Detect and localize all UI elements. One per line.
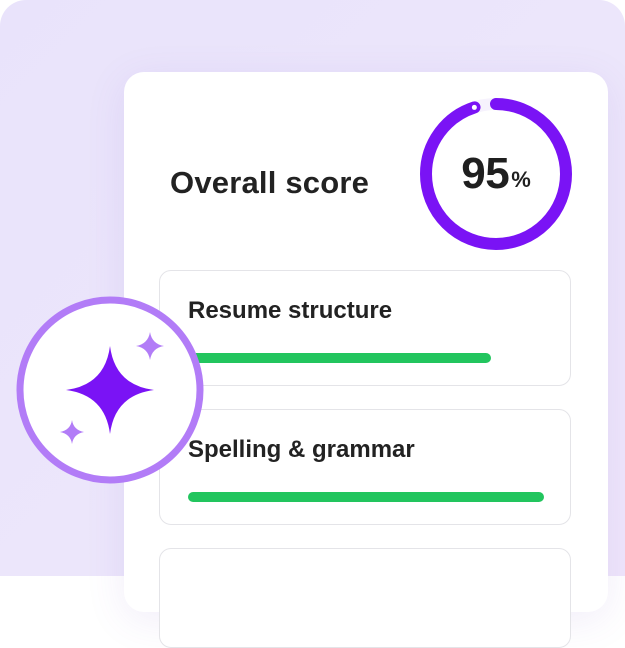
score-unit: %	[511, 167, 531, 192]
score-readout: 95%	[416, 94, 576, 254]
score-gauge: 95%	[416, 94, 576, 254]
progress-fill	[188, 492, 544, 502]
section-label: Resume structure	[188, 297, 393, 324]
section-spelling-grammar[interactable]: Spelling & grammar	[159, 409, 571, 525]
progress-fill	[188, 353, 491, 363]
progress-bar	[188, 492, 544, 502]
ai-sparkle-badge	[14, 294, 206, 486]
progress-bar	[188, 353, 544, 363]
score-value: 95	[461, 149, 510, 198]
section-resume-structure[interactable]: Resume structure	[159, 270, 571, 386]
section-partial[interactable]	[159, 548, 571, 648]
sparkle-icon	[16, 296, 204, 484]
section-label: Spelling & grammar	[188, 436, 415, 463]
overall-score-title: Overall score	[170, 165, 370, 200]
